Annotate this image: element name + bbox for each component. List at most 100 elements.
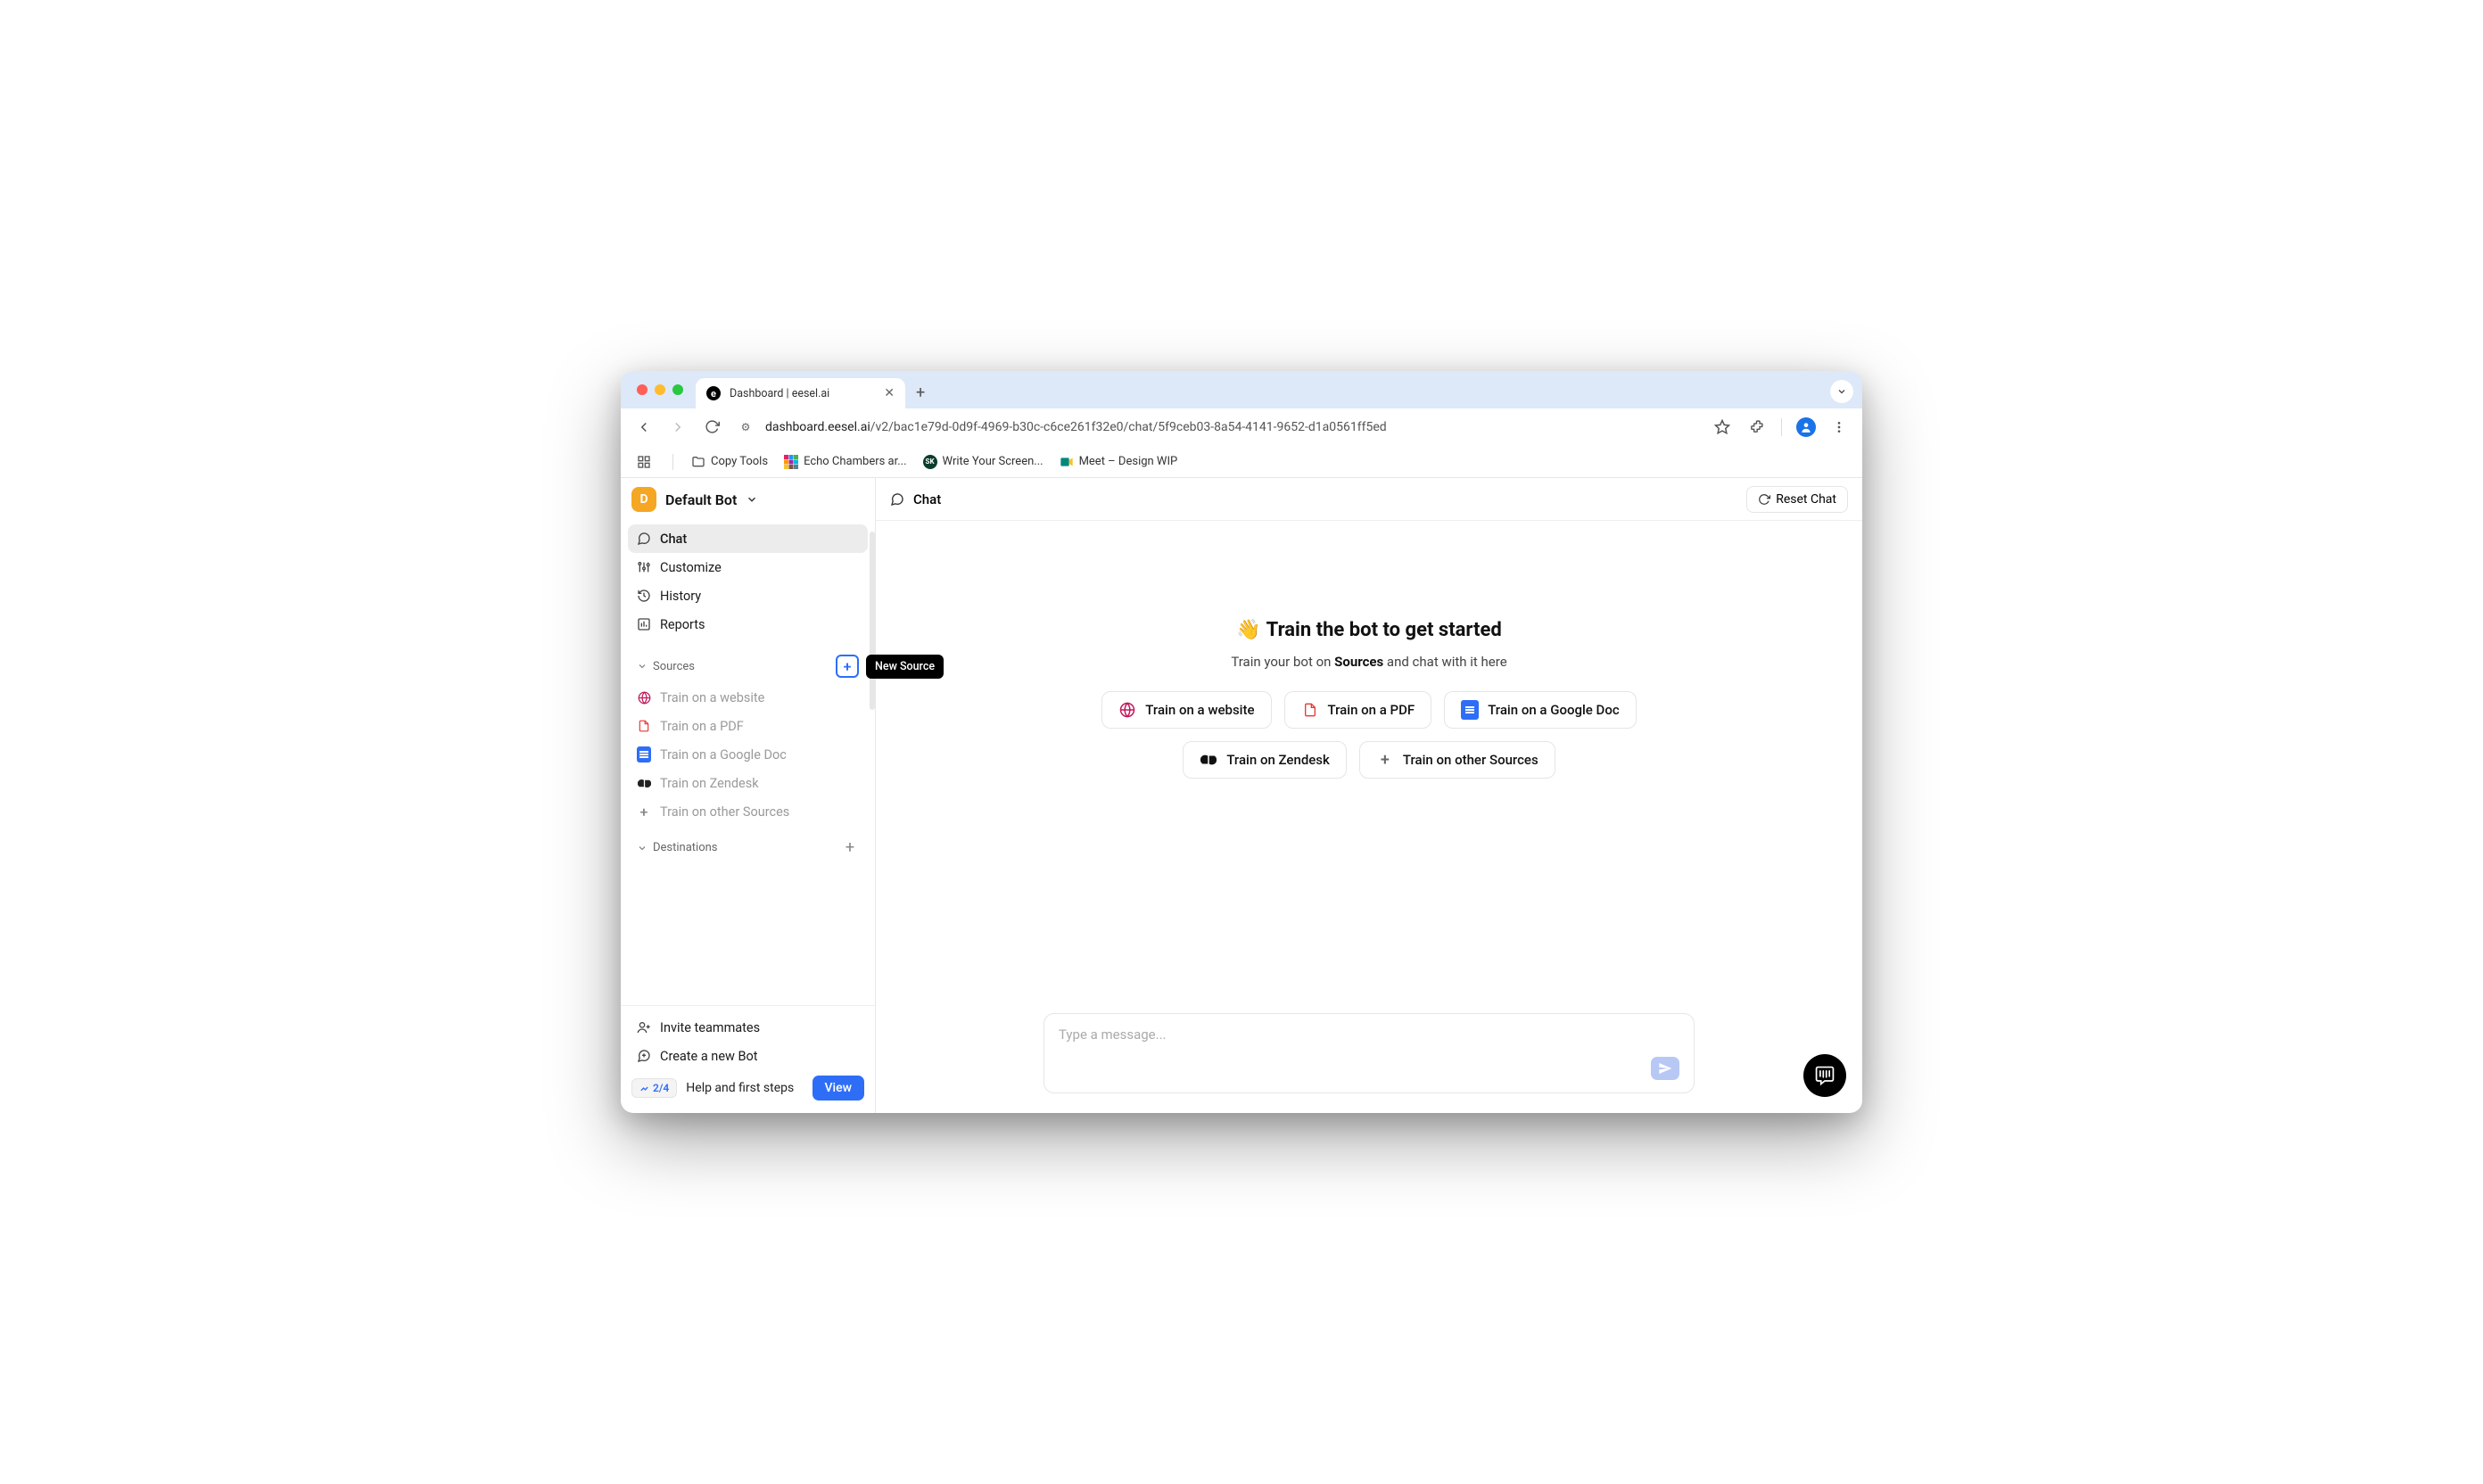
chip-train-website[interactable]: Train on a website [1101,691,1271,729]
chat-content: 👋 Train the bot to get started Train you… [876,521,1862,1113]
extensions-icon[interactable] [1745,416,1767,438]
back-button[interactable] [633,416,655,438]
nav-label: History [660,589,701,604]
create-new-bot[interactable]: Create a new Bot [628,1042,868,1070]
help-label: Help and first steps [686,1081,794,1095]
colorgrid-icon [784,455,798,469]
minimize-window-icon[interactable] [655,384,665,395]
header-title: Chat [913,491,941,507]
destinations-header[interactable]: Destinations + [628,833,868,862]
chip-train-zendesk[interactable]: Train on Zendesk [1183,741,1347,779]
bookmark-write-your-screen[interactable]: SK Write Your Screen... [923,455,1044,469]
hero-title-text: Train the bot to get started [1266,619,1502,641]
browser-tab[interactable]: e Dashboard | eesel.ai ✕ [696,378,905,408]
section-label: Sources [653,660,695,673]
chip-label: Train on a website [1145,702,1254,718]
nav-chat[interactable]: Chat [628,524,868,553]
add-source-button[interactable]: + New Source [836,655,859,678]
scrollbar[interactable] [870,532,875,710]
source-pdf[interactable]: Train on a PDF [628,712,868,740]
nav-customize[interactable]: Customize [628,553,868,581]
chevron-down-icon [746,493,758,506]
source-other[interactable]: + Train on other Sources [628,797,868,826]
bookmark-echo-chambers[interactable]: Echo Chambers ar... [784,455,906,469]
help-row: 2/4 Help and first steps View [628,1070,868,1106]
source-google-doc[interactable]: Train on a Google Doc [628,740,868,769]
pdf-icon [637,719,651,733]
reload-button[interactable] [701,416,722,438]
reports-icon [637,617,651,631]
browser-window: e Dashboard | eesel.ai ✕ + ⚙ dashboard.e… [621,371,1862,1113]
pdf-icon [1301,701,1319,719]
bookmark-copy-tools[interactable]: Copy Tools [691,455,768,469]
tab-favicon-icon: e [706,386,721,400]
source-label: Train on Zendesk [660,776,759,791]
bookmark-star-icon[interactable] [1712,416,1733,438]
url-host: dashboard.eesel.ai [765,420,870,434]
chip-label: Train on Zendesk [1226,752,1330,768]
bookmark-label: Meet – Design WIP [1079,455,1178,468]
nav-history[interactable]: History [628,581,868,610]
sources-section: Sources + New Source Train on a website … [621,642,875,826]
hero-title: 👋 Train the bot to get started [1236,619,1501,641]
plus-icon: + [1376,751,1394,769]
forward-button[interactable] [667,416,689,438]
meet-icon [1060,455,1074,469]
source-label: Train on a PDF [660,719,744,734]
invite-teammates[interactable]: Invite teammates [628,1013,868,1042]
chip-label: Train on a PDF [1328,702,1415,718]
url-path: /v2/bac1e79d-0d9f-4969-b30c-c6ce261f32e0… [870,420,1387,434]
close-window-icon[interactable] [637,384,648,395]
apps-grid-icon[interactable] [633,451,655,473]
divider [1781,418,1782,436]
view-help-button[interactable]: View [813,1076,865,1101]
chevron-down-icon [637,843,648,853]
sources-header[interactable]: Sources + New Source [628,649,868,683]
intercom-launcher[interactable] [1803,1054,1846,1097]
training-chips: Train on a website Train on a PDF Train … [1101,691,1636,779]
reset-label: Reset Chat [1776,492,1836,507]
section-label: Destinations [653,841,718,854]
chip-train-pdf[interactable]: Train on a PDF [1284,691,1432,729]
reset-chat-button[interactable]: Reset Chat [1746,486,1848,513]
globe-icon [637,690,651,705]
bookmark-label: Write Your Screen... [943,455,1044,468]
profile-avatar-icon[interactable] [1796,417,1816,437]
source-zendesk[interactable]: Train on Zendesk [628,769,868,797]
chip-train-gdoc[interactable]: Train on a Google Doc [1444,691,1637,729]
site-info-icon[interactable]: ⚙ [735,416,756,438]
main-header: Chat Reset Chat [876,478,1862,521]
send-button[interactable] [1651,1057,1679,1080]
maximize-window-icon[interactable] [672,384,683,395]
gdoc-icon [1461,701,1479,719]
history-icon [637,589,651,603]
close-tab-icon[interactable]: ✕ [884,386,895,400]
message-input[interactable]: Type a message... [1044,1013,1695,1093]
customize-icon [637,560,651,574]
chip-label: Train on other Sources [1403,752,1538,768]
bookmark-meet-design-wip[interactable]: Meet – Design WIP [1060,455,1178,469]
tabs-menu-button[interactable] [1830,380,1853,403]
progress-text: 2/4 [653,1082,669,1094]
source-label: Train on a website [660,690,764,705]
kebab-menu-icon[interactable] [1828,416,1850,438]
bot-switcher[interactable]: D Default Bot [621,478,875,521]
chat-plus-icon [637,1049,651,1063]
message-placeholder: Type a message... [1059,1026,1679,1043]
tab-title: Dashboard | eesel.ai [730,387,875,400]
nav-label: Reports [660,617,705,632]
nav-reports[interactable]: Reports [628,610,868,639]
main-panel: Chat Reset Chat 👋 Train the bot to get s… [876,478,1862,1113]
url-bar: ⚙ dashboard.eesel.ai/v2/bac1e79d-0d9f-49… [621,408,1862,446]
primary-nav: Chat Customize History Reports [621,521,875,642]
chip-train-other[interactable]: + Train on other Sources [1359,741,1555,779]
hero-subtitle: Train your bot on Sources and chat with … [1231,654,1506,670]
new-tab-button[interactable]: + [916,383,925,402]
source-website[interactable]: Train on a website [628,683,868,712]
sidebar-footer: Invite teammates Create a new Bot 2/4 He… [621,1005,875,1113]
invite-icon [637,1020,651,1035]
nav-label: Chat [660,532,687,547]
add-destination-button[interactable]: + [841,838,859,857]
address-bar[interactable]: ⚙ dashboard.eesel.ai/v2/bac1e79d-0d9f-49… [735,416,1699,438]
source-label: Train on a Google Doc [660,747,787,763]
